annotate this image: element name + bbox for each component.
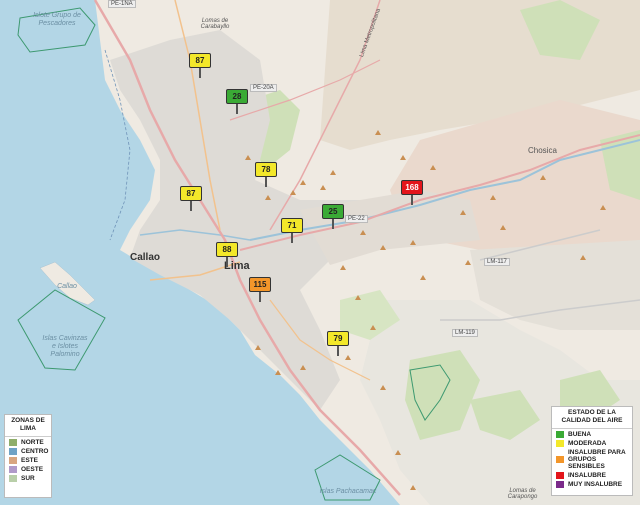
aqi-value: 168 <box>401 180 423 195</box>
legend-label: INSALUBRE PARA GRUPOS SENSIBLES <box>568 449 626 470</box>
legend-item: INSALUBRE <box>556 472 628 479</box>
aqi-marker[interactable]: 88 <box>216 242 238 268</box>
map-base <box>0 0 640 505</box>
air-quality-legend: ESTADO DE LA CALIDAD DEL AIRE BUENA MODE… <box>551 406 633 496</box>
legend-label: OESTE <box>21 466 44 473</box>
legend-swatch <box>556 481 564 488</box>
legend-swatch <box>556 431 564 438</box>
legend-label: SUR <box>21 475 35 482</box>
marker-pin <box>411 195 413 205</box>
legend-swatch <box>9 457 17 464</box>
legend-item: MODERADA <box>556 440 628 447</box>
legend-label: NORTE <box>21 439 44 446</box>
legend-swatch <box>9 448 17 455</box>
marker-pin <box>259 292 261 302</box>
aqi-value: 79 <box>327 331 349 346</box>
legend-swatch <box>556 472 564 479</box>
marker-pin <box>226 257 228 267</box>
legend-label: ESTE <box>21 457 38 464</box>
legend-item: SUR <box>9 475 47 482</box>
aqi-value: 115 <box>249 277 271 292</box>
legend-swatch <box>556 440 564 447</box>
marker-pin <box>291 233 293 243</box>
chosica-label: Chosica <box>528 146 557 155</box>
aqi-marker[interactable]: 28 <box>226 89 248 115</box>
air-quality-map[interactable]: Islote Grupo de Pescadores Islas Cavinza… <box>0 0 640 505</box>
aqi-marker[interactable]: 87 <box>180 186 202 212</box>
legend-item: BUENA <box>556 431 628 438</box>
callao-city-label: Callao <box>130 252 161 263</box>
legend-swatch <box>9 466 17 473</box>
marker-pin <box>332 219 334 229</box>
zones-legend: ZONAS DE LIMA NORTE CENTRO ESTE OESTE SU… <box>4 414 52 498</box>
legend-label: INSALUBRE <box>568 472 606 479</box>
legend-item: INSALUBRE PARA GRUPOS SENSIBLES <box>556 449 628 470</box>
aqi-marker[interactable]: 87 <box>189 53 211 79</box>
aqi-value: 25 <box>322 204 344 219</box>
road-lm119-label: LM-119 <box>452 329 478 337</box>
aqi-marker[interactable]: 79 <box>327 331 349 357</box>
marker-pin <box>236 104 238 114</box>
islas-cavinzas-label: Islas Cavinzas e Islotes Palomino <box>42 335 88 358</box>
islas-pachacamac-label: Islas Pachacamac <box>319 488 377 495</box>
zones-legend-title: ZONAS DE LIMA <box>5 415 51 437</box>
aqi-value: 78 <box>255 162 277 177</box>
marker-pin <box>337 346 339 356</box>
legend-label: CENTRO <box>21 448 49 455</box>
legend-label: BUENA <box>568 431 592 438</box>
aqi-value: 87 <box>180 186 202 201</box>
marker-pin <box>190 201 192 211</box>
aqi-marker[interactable]: 168 <box>401 180 423 206</box>
legend-item: MUY INSALUBRE <box>556 481 628 488</box>
road-pe20a-label: PE-20A <box>250 84 277 92</box>
legend-item: ESTE <box>9 457 47 464</box>
aqi-marker[interactable]: 78 <box>255 162 277 188</box>
legend-item: NORTE <box>9 439 47 446</box>
aqi-marker[interactable]: 25 <box>322 204 344 230</box>
legend-label: MUY INSALUBRE <box>568 481 623 488</box>
aqi-value: 28 <box>226 89 248 104</box>
legend-item: CENTRO <box>9 448 49 455</box>
legend-swatch <box>556 456 564 463</box>
aqi-value: 88 <box>216 242 238 257</box>
aqi-marker[interactable]: 115 <box>249 277 271 303</box>
quality-legend-title: ESTADO DE LA CALIDAD DEL AIRE <box>552 407 632 429</box>
lomas-carapongo-label: Lomas de Carapongo <box>507 488 538 500</box>
legend-swatch <box>9 475 17 482</box>
legend-label: MODERADA <box>568 440 607 447</box>
islote-label: Islote Grupo de Pescadores <box>33 12 81 27</box>
aqi-value: 87 <box>189 53 211 68</box>
lomas-carabayllo-label: Lomas de Carabayllo <box>200 18 230 30</box>
legend-item: OESTE <box>9 466 47 473</box>
callao-island-label: Callao <box>57 283 77 290</box>
aqi-marker[interactable]: 71 <box>281 218 303 244</box>
marker-pin <box>199 68 201 78</box>
road-pe22-label: PE-22 <box>345 215 368 223</box>
marker-pin <box>265 177 267 187</box>
road-pe1na-label: PE-1NA <box>108 0 136 8</box>
road-lm117-label: LM-117 <box>484 258 510 266</box>
aqi-value: 71 <box>281 218 303 233</box>
legend-swatch <box>9 439 17 446</box>
